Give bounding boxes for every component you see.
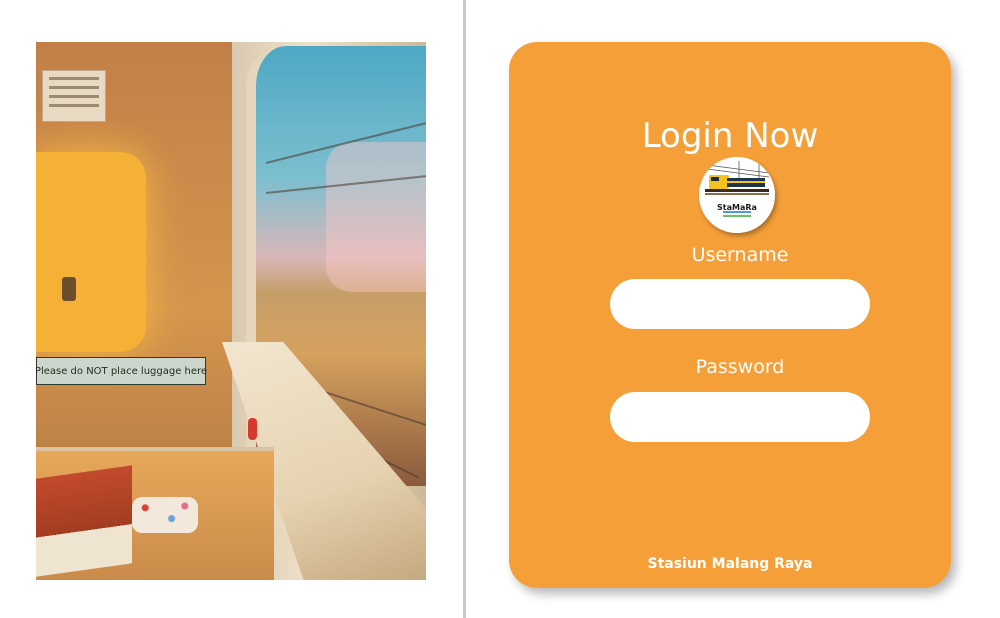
username-field[interactable] <box>610 279 870 329</box>
password-field[interactable] <box>610 392 870 442</box>
password-label: Password <box>695 356 785 378</box>
coat-hook <box>62 277 76 301</box>
username-label: Username <box>691 244 789 266</box>
footer-text: Stasiun Malang Raya <box>647 556 813 572</box>
window-reflection <box>326 142 426 292</box>
sunlight-patch <box>36 152 146 352</box>
logo-label: StaMaRa <box>717 203 757 212</box>
login-title: Login Now <box>641 116 819 156</box>
book <box>36 465 132 577</box>
vertical-divider <box>463 0 466 618</box>
wall-notice <box>42 70 106 122</box>
train-icon <box>699 157 775 233</box>
luggage-sign: Please do NOT place luggage here <box>36 357 207 385</box>
floral-pouch <box>132 497 198 533</box>
train-window-photo: Please do NOT place luggage here <box>36 42 426 580</box>
stamara-logo: StaMaRa <box>699 157 775 233</box>
red-button <box>248 418 257 440</box>
